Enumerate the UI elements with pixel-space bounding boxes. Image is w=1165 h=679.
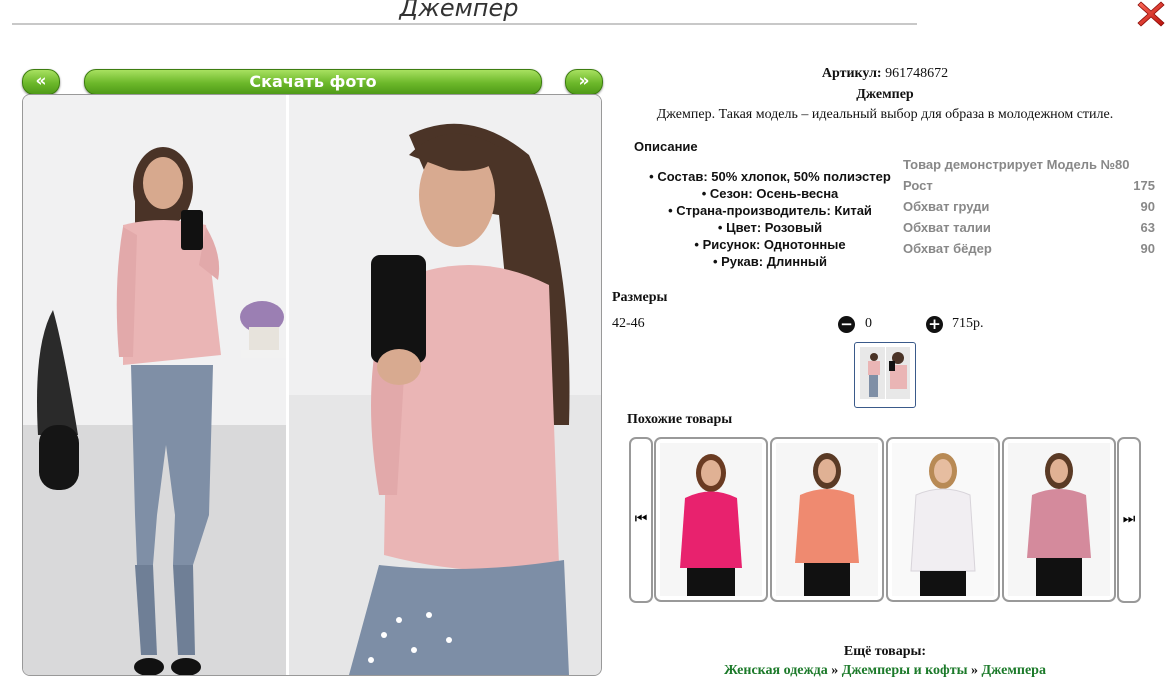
download-photo-button[interactable]: Скачать фото (84, 69, 542, 95)
next-photo-button[interactable]: » (565, 69, 603, 95)
more-products-heading: Ещё товары: (843, 644, 927, 659)
product-tagline: Джемпер. Такая модель – идеальный выбор … (656, 107, 1114, 122)
breadcrumb: Женская одежда » Джемперы и кофты » Джем… (605, 663, 1165, 679)
photo-thumbnail[interactable] (854, 342, 916, 408)
sku-line: Артикул: 961748672 (605, 66, 1165, 82)
quantity-value: 0 (865, 316, 872, 331)
similar-item-card[interactable] (770, 437, 884, 602)
similar-item-card[interactable] (886, 437, 1000, 602)
similar-item-card[interactable] (1002, 437, 1116, 602)
decrease-quantity-button[interactable]: − (838, 316, 855, 333)
photo-closeup (289, 95, 601, 675)
thumbnail-image (860, 347, 910, 399)
similar-item-image (776, 443, 878, 596)
sku-label: Артикул: (821, 66, 882, 81)
carousel-next-button[interactable]: ⏭ (1117, 437, 1141, 603)
model-row: Обхват груди 90 (903, 199, 1155, 214)
sku-value: 961748672 (885, 66, 949, 81)
property-item: Страна-производитель: Китай (620, 202, 920, 219)
size-value: 42-46 (612, 316, 645, 331)
property-item: Рисунок: Однотонные (620, 236, 920, 253)
model-row: Обхват талии 63 (903, 220, 1155, 235)
similar-item-image (1008, 443, 1110, 596)
model-row: Обхват бёдер 90 (903, 241, 1155, 256)
close-icon[interactable] (1137, 0, 1165, 28)
breadcrumb-link-jumpers[interactable]: Джемпера (982, 663, 1046, 678)
price-value: 715р. (952, 316, 984, 331)
similar-heading: Похожие товары (627, 412, 733, 427)
size-row: 42-46 − 0 + 715р. (612, 316, 1152, 336)
prev-photo-button[interactable]: « (22, 69, 60, 95)
increase-quantity-button[interactable]: + (926, 316, 943, 333)
similar-item-card[interactable] (654, 437, 768, 602)
description-heading: Описание (634, 139, 698, 154)
sizes-heading: Размеры (612, 290, 668, 305)
description-properties: Состав: 50% хлопок, 50% полиэстер Сезон:… (620, 168, 920, 270)
breadcrumb-link-womens-clothing[interactable]: Женская одежда (724, 663, 828, 678)
product-photo[interactable] (22, 94, 602, 676)
breadcrumb-separator: » (971, 663, 979, 678)
carousel-prev-button[interactable]: ⏮ (629, 437, 653, 603)
title-underline (12, 23, 917, 25)
photo-full-length (23, 95, 286, 675)
model-row: Рост 175 (903, 178, 1155, 193)
property-item: Цвет: Розовый (620, 219, 920, 236)
property-item: Сезон: Осень-весна (620, 185, 920, 202)
breadcrumb-link-jumpers-and-cardigans[interactable]: Джемперы и кофты (842, 663, 968, 678)
similar-item-image (660, 443, 762, 596)
property-item: Рукав: Длинный (620, 253, 920, 270)
breadcrumb-separator: » (831, 663, 839, 678)
property-item: Состав: 50% хлопок, 50% полиэстер (620, 168, 920, 185)
model-measurements: Товар демонстрирует Модель №80 Рост 175 О… (903, 154, 1155, 259)
model-heading: Товар демонстрирует Модель №80 (903, 157, 1130, 172)
product-name: Джемпер (856, 87, 914, 102)
page-title: Джемпер (399, 0, 519, 22)
similar-item-image (892, 443, 994, 596)
